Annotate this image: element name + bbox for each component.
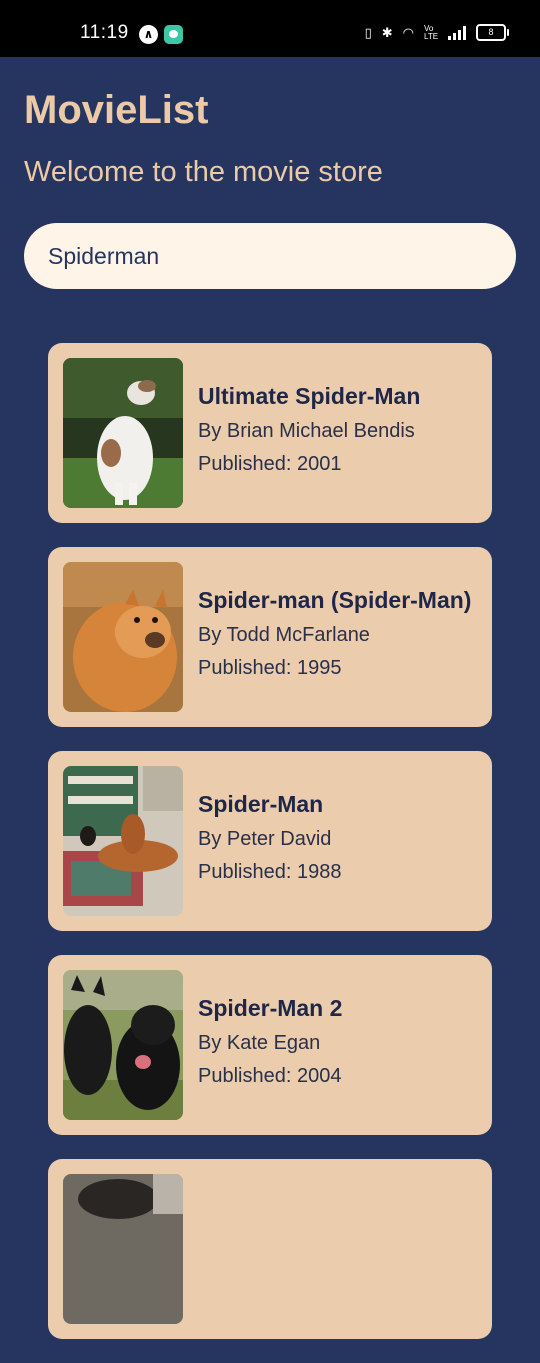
status-time: 11:19 [80,22,129,43]
app-title: MovieList [24,88,209,132]
movie-card-partial[interactable] [48,1159,492,1339]
movie-published: Published: 1995 [198,657,342,679]
chow-chow-dog-photo [63,562,183,712]
vibrate-icon: ▯ [364,24,372,40]
movie-card[interactable]: Ultimate Spider-Man By Brian Michael Ben… [48,343,492,523]
movie-published: Published: 2001 [198,453,342,475]
movie-title: Spider-Man 2 [198,995,343,1021]
app-notification-icon: ∧ [139,25,158,44]
bloodhound-dog-photo [63,766,183,916]
movie-title: Spider-Man [198,791,324,817]
messaging-notification-icon [164,25,183,44]
volte-icon: Vo LTE [424,23,439,41]
dog-photo [63,1174,183,1324]
movie-card[interactable]: Spider-man (Spider-Man) By Todd McFarlan… [48,547,492,727]
movie-published: Published: 2004 [198,1065,342,1087]
movie-title: Spider-man (Spider-Man) [198,587,472,613]
movie-list: Ultimate Spider-Man By Brian Michael Ben… [48,343,492,1363]
movie-author: By Peter David [198,828,332,850]
wifi-icon: ◠ [402,24,414,40]
movie-card[interactable]: Spider-Man 2 By Kate Egan Published: 200… [48,955,492,1135]
movie-published: Published: 1988 [198,861,342,883]
search-input-value: Spiderman [48,242,160,269]
app-subtitle: Welcome to the movie store [24,156,383,188]
battery-icon: 8 [476,24,509,41]
movie-author: By Todd McFarlane [198,624,370,646]
black-dogs-photo [63,970,183,1120]
search-input[interactable]: Spiderman [24,223,516,289]
movie-author: By Kate Egan [198,1032,321,1054]
status-icons: ▯ ✱ ◠ Vo LTE 8 [364,23,509,41]
movie-author: By Brian Michael Bendis [198,420,415,442]
movie-card[interactable]: Spider-Man By Peter David Published: 198… [48,751,492,931]
movie-title: Ultimate Spider-Man [198,383,421,409]
status-bar: 11:19 ∧ ▯ ✱ ◠ Vo LTE 8 [0,0,540,57]
signal-icon [448,25,466,40]
borzoi-dog-photo [63,358,183,508]
bluetooth-icon: ✱ [381,24,393,40]
